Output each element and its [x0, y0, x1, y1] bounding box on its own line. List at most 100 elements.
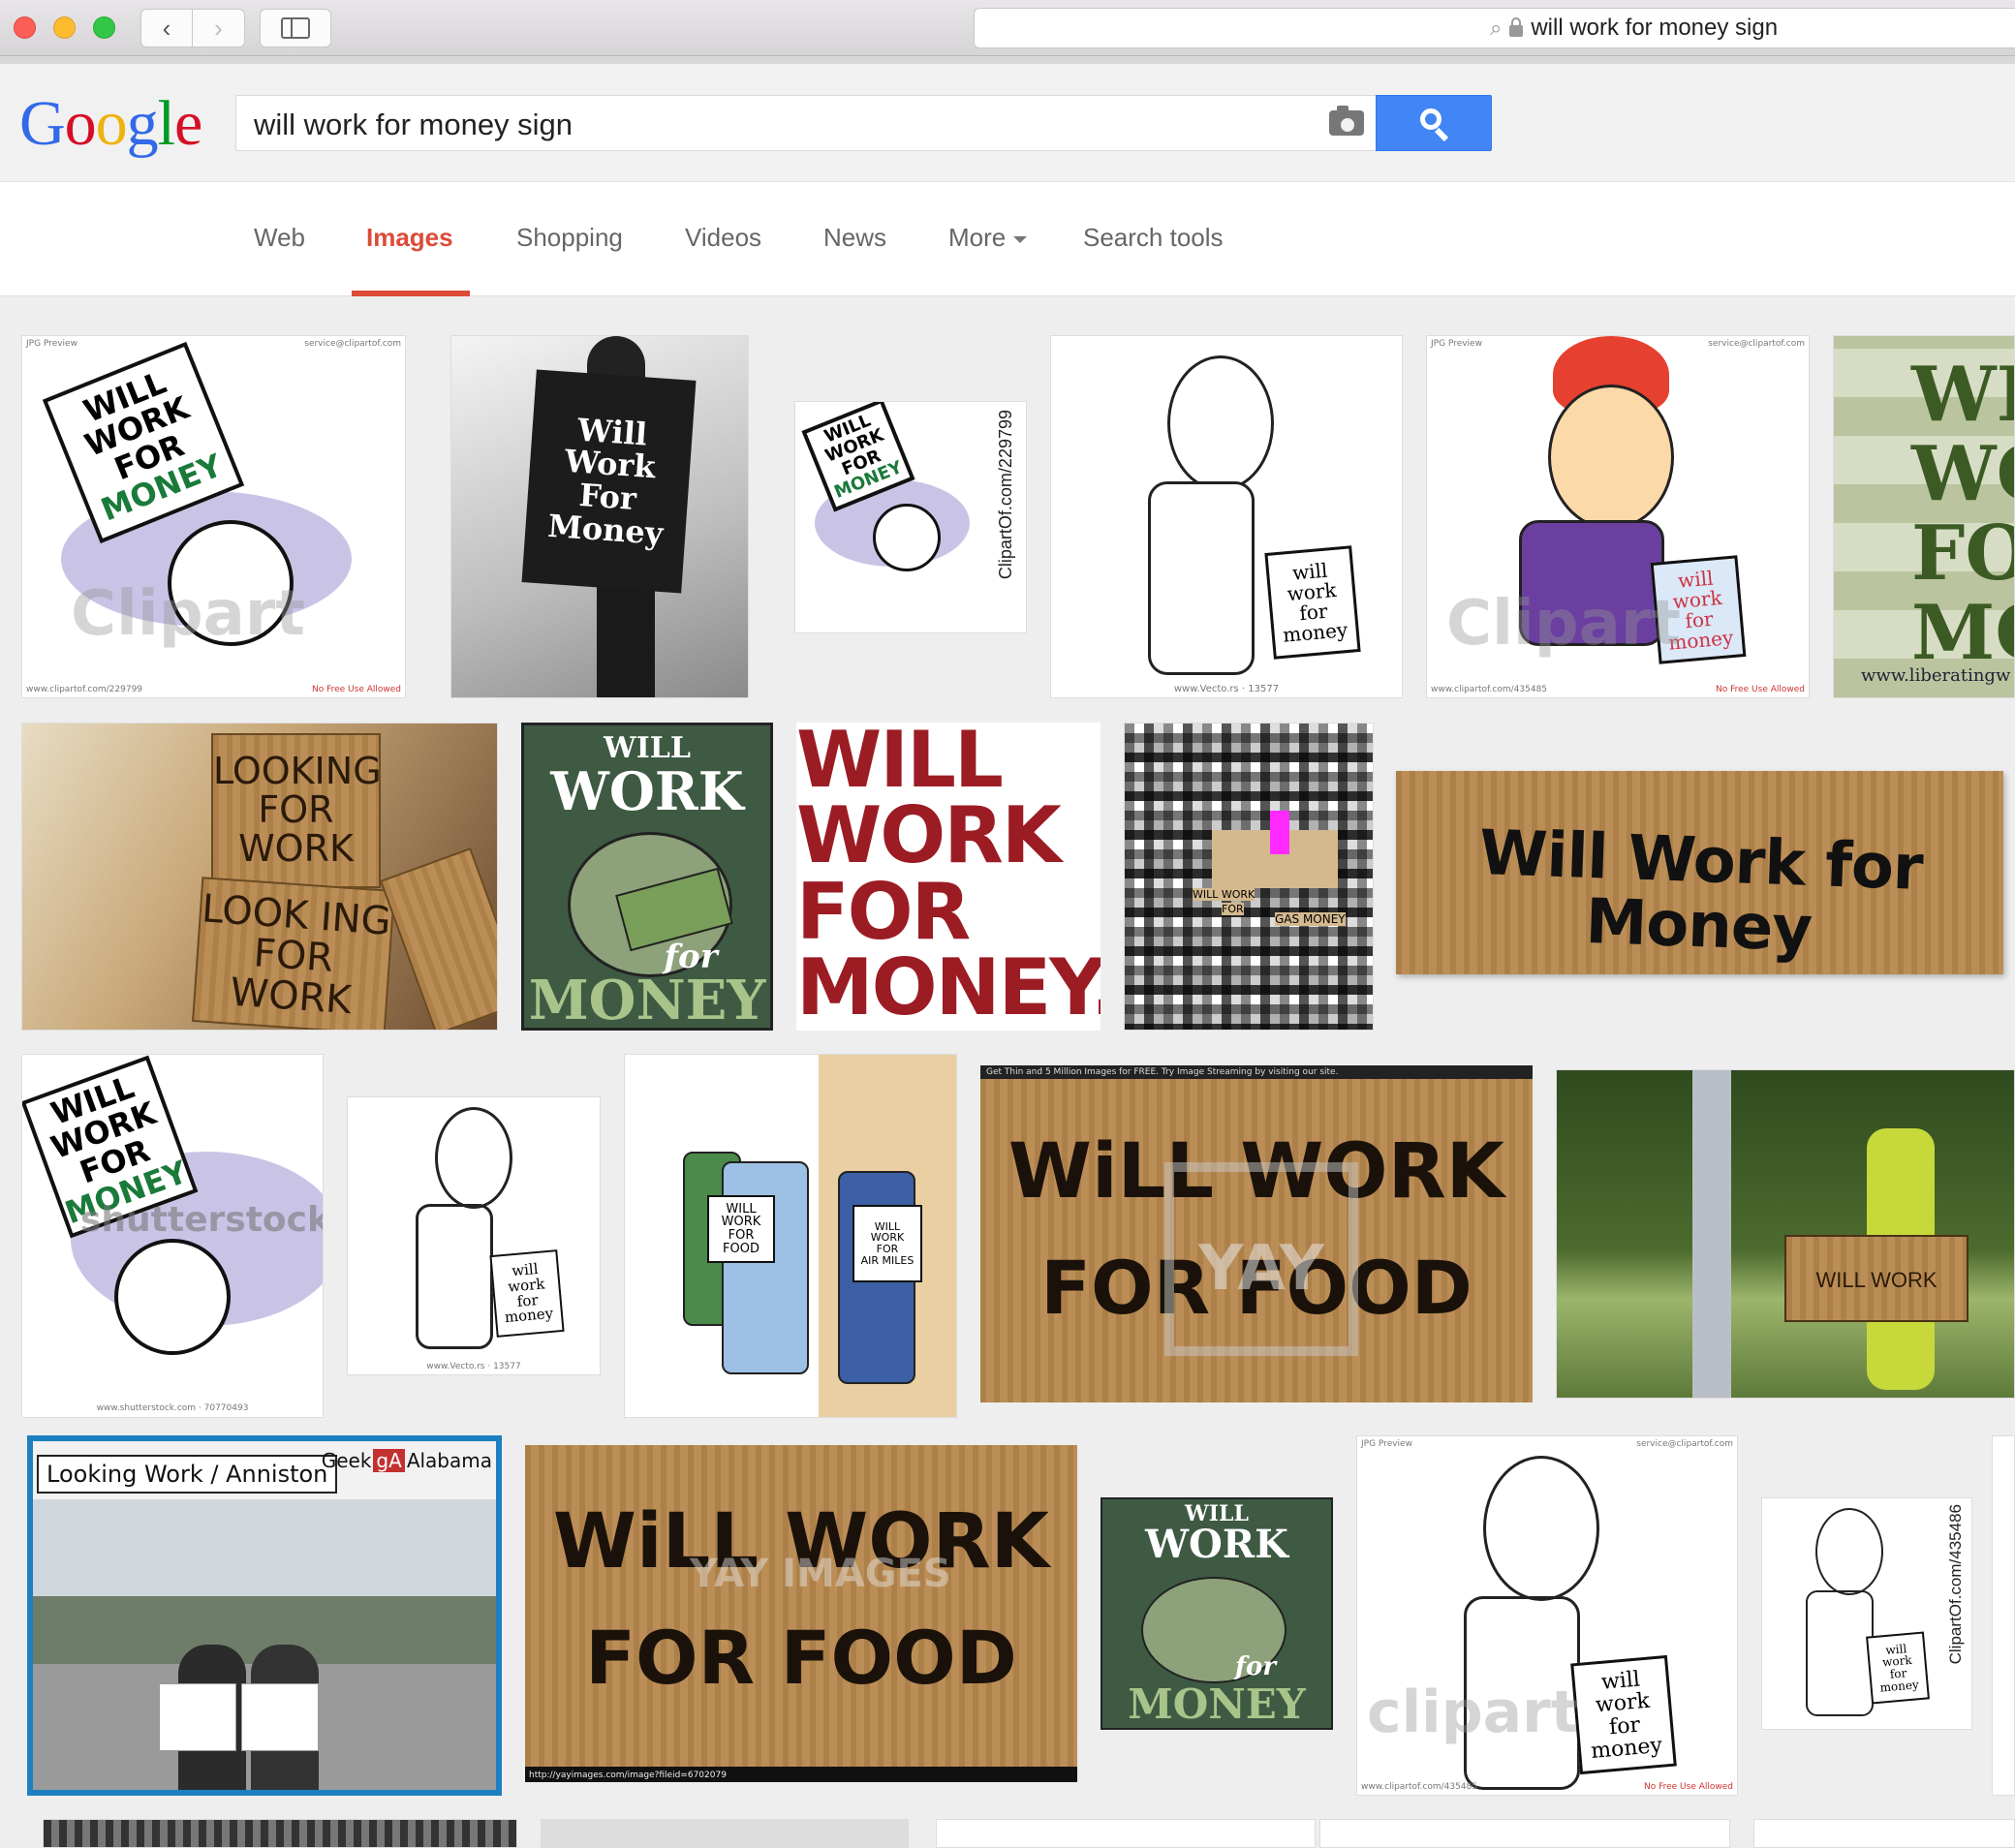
- service-label: service@clipartof.com: [1708, 339, 1805, 349]
- image-result[interactable]: Will Work For Money: [450, 335, 749, 698]
- glitch-block: [1270, 811, 1289, 854]
- back-button[interactable]: ‹: [140, 9, 193, 47]
- tab-shopping[interactable]: Shopping: [516, 223, 623, 253]
- brand-text: Alabama: [406, 1449, 492, 1472]
- tab-news[interactable]: News: [823, 223, 886, 253]
- chevron-right-icon: ›: [214, 13, 223, 43]
- watermark: Clipart: [71, 578, 305, 650]
- image-result[interactable]: JPG Preview service@clipartof.com WILL WO…: [21, 335, 406, 698]
- image-result[interactable]: LOOKING FOR WORK LOOK ING FOR WORK: [21, 723, 498, 1031]
- tab-web[interactable]: Web: [254, 223, 305, 253]
- headline-line: WILL: [796, 723, 1004, 805]
- image-result[interactable]: [1753, 1819, 2015, 1848]
- sign-line: money: [1282, 618, 1349, 647]
- cartoon-character: [114, 1239, 231, 1355]
- license-label: No Free Use Allowed: [1715, 685, 1805, 694]
- sign-placard: will work for money: [1264, 545, 1361, 660]
- source-label: www.clipartof.com/229799: [26, 685, 143, 694]
- image-result[interactable]: WILL WORK for MONEY: [1100, 1497, 1333, 1730]
- logo-letter: o: [64, 88, 97, 159]
- forward-button[interactable]: ›: [193, 9, 245, 47]
- sign-line: WILL: [726, 1201, 757, 1217]
- sign-placard: Will Work For Money: [521, 369, 697, 594]
- image-result[interactable]: [936, 1819, 1316, 1848]
- sign-line: LOOKING: [213, 750, 382, 793]
- cartoon-body: [1806, 1590, 1874, 1716]
- logo-letter: G: [19, 88, 66, 159]
- source-label: www.liberatingw: [1861, 665, 2011, 686]
- sign-placard: WILL WORK FOR AIR MILES: [852, 1205, 922, 1282]
- image-result[interactable]: WILL WORK: [1556, 1069, 2015, 1399]
- image-result[interactable]: WILL WORK for MONEY: [521, 723, 773, 1031]
- sidebar-toggle-button[interactable]: [260, 9, 331, 47]
- image-result[interactable]: JPG Preview service@clipartof.com will wo…: [1356, 1435, 1738, 1796]
- tab-images[interactable]: Images: [366, 223, 453, 253]
- sign-line: WORK: [238, 826, 354, 870]
- tab-videos[interactable]: Videos: [685, 223, 761, 253]
- pole: [1692, 1070, 1731, 1398]
- sign-line: WORK: [721, 1215, 761, 1230]
- preview-label: JPG Preview: [1361, 1439, 1412, 1449]
- camera-icon[interactable]: [1329, 106, 1364, 136]
- image-result[interactable]: will work for money www.Vecto.rs · 13577: [347, 1096, 601, 1375]
- image-result[interactable]: WIWOFOMO www.liberatingw: [1833, 335, 2015, 698]
- lock-icon: [1509, 17, 1524, 37]
- poster-bottom: MONEY: [528, 969, 766, 1031]
- sign-placard: will work for money: [1570, 1654, 1677, 1775]
- image-result[interactable]: will work for money ClipartOf.com/435486: [1761, 1497, 1972, 1730]
- watermark: clipart: [1367, 1679, 1579, 1746]
- poster-top: WILL: [604, 731, 691, 765]
- image-result[interactable]: WILL WORK FOR FOOD WILL WORK FOR AIR MILES: [624, 1054, 957, 1418]
- image-result[interactable]: Looking Work / Anniston Geek gA Alabama: [27, 1435, 502, 1796]
- search-input[interactable]: will work for money sign: [235, 95, 1379, 151]
- vertical-watermark: ClipartOf.com/435486: [1946, 1504, 1965, 1665]
- sign-line: FOR: [258, 788, 334, 832]
- service-label: service@clipartof.com: [1636, 1439, 1733, 1449]
- sign-placard: will work for money: [1866, 1631, 1930, 1705]
- image-result[interactable]: WILL WORK FOR GAS MONEY: [1124, 723, 1374, 1031]
- image-result[interactable]: WiLL WORK FOR FOOD YAY IMAGES http://yay…: [525, 1445, 1077, 1782]
- preview-label: JPG Preview: [1431, 339, 1482, 349]
- poster-mid: WORK: [550, 760, 744, 822]
- figure-blue: [722, 1161, 809, 1374]
- poster-mid: WORK: [1145, 1522, 1288, 1567]
- image-result[interactable]: will work for money www.Vecto.rs · 13577: [1050, 335, 1403, 698]
- image-result[interactable]: [43, 1819, 517, 1848]
- headline-line: MO: [1911, 588, 2014, 677]
- handheld-sign: [159, 1683, 236, 1751]
- image-result[interactable]: WILL WORK FOR MONEY shutterstock www.shutte…: [21, 1054, 324, 1418]
- source-label: www.shutterstock.com · 70770493: [96, 1403, 249, 1413]
- cartoon-body: [1148, 481, 1255, 675]
- image-result[interactable]: [1319, 1819, 1730, 1848]
- tab-more[interactable]: More: [948, 223, 1028, 253]
- image-result[interactable]: Will Work for Money: [1396, 771, 2003, 974]
- image-result[interactable]: [1992, 1435, 2015, 1796]
- image-result[interactable]: JPG Preview service@clipartof.com will wo…: [1426, 335, 1810, 698]
- tab-more-label: More: [948, 223, 1007, 252]
- image-result[interactable]: WILL WORK FOR MONEY.: [796, 723, 1100, 1031]
- google-logo[interactable]: Google: [19, 87, 202, 161]
- tab-search-tools[interactable]: Search tools: [1083, 223, 1224, 253]
- close-window-button[interactable]: [14, 16, 36, 39]
- handheld-sign: [241, 1683, 319, 1751]
- address-bar[interactable]: ⌕ will work for money sign: [974, 8, 2015, 48]
- brand-badge: Geek gA Alabama: [322, 1449, 492, 1472]
- poster-for: for: [1234, 1652, 1277, 1681]
- image-result[interactable]: [541, 1819, 909, 1848]
- sign-line: FOR: [876, 1243, 899, 1255]
- headline-line: MONEY.: [796, 942, 1100, 1031]
- image-result[interactable]: Get Thin and 5 Million Images for FREE. …: [980, 1065, 1533, 1402]
- minimize-window-button[interactable]: [53, 16, 76, 39]
- image-result[interactable]: WILL WORK FOR MONEY ClipartOf.com/229799: [794, 401, 1027, 633]
- license-label: No Free Use Allowed: [1643, 1782, 1733, 1792]
- search-button[interactable]: [1376, 95, 1492, 151]
- poster-bottom: MONEY: [1128, 1680, 1306, 1728]
- money-headline: WIWOFOMO: [1911, 355, 2014, 673]
- watermark: shutterstock: [80, 1200, 324, 1240]
- headline: WILL WORK FOR MONEY.: [796, 723, 1100, 1027]
- cartoon-head: [1483, 1456, 1599, 1601]
- zoom-window-button[interactable]: [93, 16, 115, 39]
- sign-placard: WILL WORK FOR FOOD: [707, 1195, 775, 1263]
- header-text: Get Thin and 5 Million Images for FREE. …: [986, 1067, 1339, 1077]
- search-tabs: Web Images Shopping Videos News More Sea…: [0, 182, 2015, 296]
